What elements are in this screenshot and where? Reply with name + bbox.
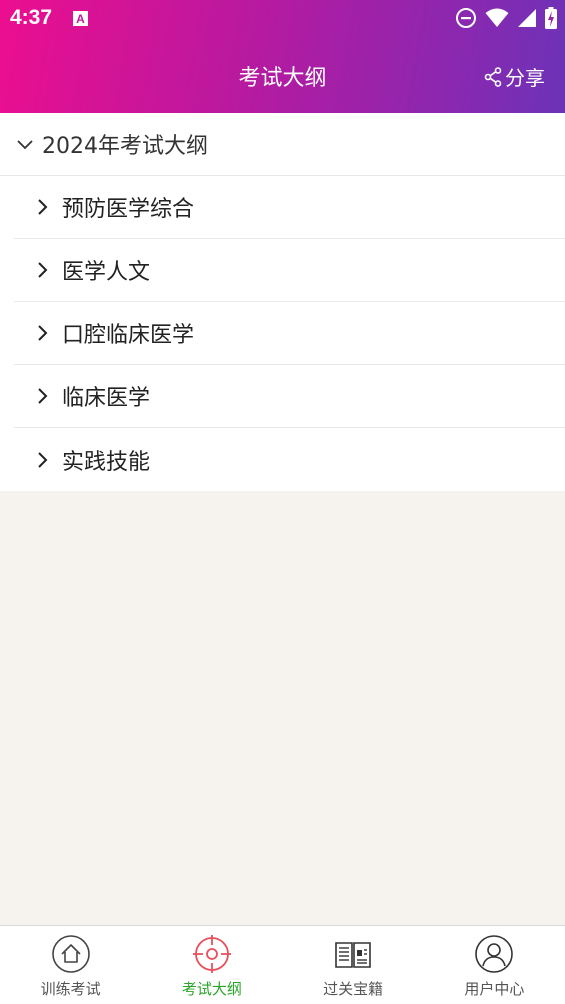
chevron-right-icon [38,262,48,278]
outline-item-label: 医学人文 [62,260,151,285]
battery-charging-icon [545,7,557,29]
outline-item-label: 口腔临床医学 [62,323,195,348]
chevron-down-icon [17,140,33,150]
bottom-tab-bar: 训练考试 考试大纲 过关宝籍 用户中心 [0,925,565,1004]
tab-label: 用户中心 [464,980,525,998]
tab-exam-outline[interactable]: 考试大纲 [141,926,282,1004]
chevron-right-icon [38,325,48,341]
share-icon [484,66,502,87]
home-icon [51,935,90,973]
title-bar: 考试大纲 分享 [0,50,565,100]
tab-label: 训练考试 [40,980,101,998]
tab-label: 考试大纲 [181,980,242,998]
tab-label: 过关宝籍 [323,980,384,998]
chevron-right-icon [38,388,48,404]
status-bar: 4:37 A [0,0,565,38]
book-icon [335,942,371,968]
app-header: 4:37 A 考试大纲 分享 [0,0,565,113]
outline-item-label: 预防医学综合 [62,197,195,222]
tab-user-center[interactable]: 用户中心 [424,926,565,1004]
share-label: 分享 [505,66,545,90]
target-icon [192,935,231,973]
user-icon [475,935,514,973]
outline-item[interactable]: 实践技能 [14,428,565,491]
do-not-disturb-icon [456,8,476,28]
page-title: 考试大纲 [238,66,327,91]
outline-item-label: 临床医学 [62,386,151,411]
wifi-icon [485,8,509,27]
outline-list: 2024年考试大纲 预防医学综合 医学人文 口腔临床医学 临床医学 实践技能 [0,113,565,491]
outline-item[interactable]: 临床医学 [14,365,565,428]
tab-pass-guide[interactable]: 过关宝籍 [283,926,424,1004]
svg-text:A: A [76,12,85,26]
status-time: 4:37 [10,6,53,29]
outline-item[interactable]: 预防医学综合 [14,176,565,239]
chevron-right-icon [38,451,48,468]
outline-group-header[interactable]: 2024年考试大纲 [0,113,565,176]
tab-training-exam[interactable]: 训练考试 [0,926,141,1004]
chevron-right-icon [38,199,48,215]
share-button[interactable]: 分享 [484,62,545,91]
status-icons [455,7,557,29]
outline-item[interactable]: 口腔临床医学 [14,302,565,365]
signal-icon [518,9,536,27]
outline-item[interactable]: 医学人文 [14,239,565,302]
outline-group-title: 2024年考试大纲 [42,134,208,159]
outline-item-label: 实践技能 [62,449,151,475]
notification-a-icon: A [73,11,88,26]
